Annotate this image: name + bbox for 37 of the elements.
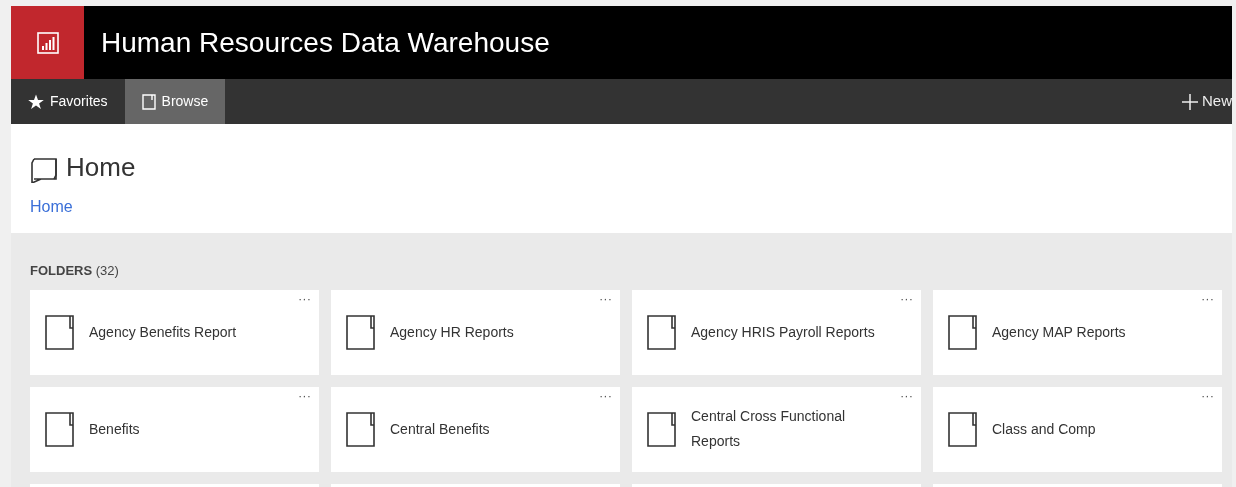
folder-card[interactable]: Agency HR Reports ··· [331,289,620,375]
folder-count: (32) [95,263,119,278]
section-heading: FOLDERS [30,263,93,278]
nav-tab[interactable]: Browse [124,79,226,124]
more-button[interactable]: ··· [900,289,913,308]
more-button[interactable]: ··· [599,386,612,405]
logo[interactable] [11,6,84,79]
folder-name: Agency HR Reports [390,322,514,342]
folder-card[interactable]: Agency Benefits Report ··· [30,289,319,375]
folder-name: Agency MAP Reports [992,322,1126,342]
folder-card[interactable]: Central Benefits ··· [331,386,620,472]
new-button[interactable]: New [1174,79,1232,124]
breadcrumb-link[interactable]: Home [30,195,1232,219]
page-title: Home [66,151,136,184]
folder-name: Benefits [89,419,140,439]
folder-name: Central Cross Functional Reports [691,407,847,451]
more-button[interactable]: ··· [298,289,311,308]
folder-card[interactable]: Agency HRIS Payroll Reports ··· [632,289,921,375]
app-title: Human Resources Data Warehouse [101,25,550,60]
star-icon [28,93,44,110]
more-button[interactable]: ··· [900,386,913,405]
folder-card[interactable]: Class and Comp ··· [933,386,1222,472]
folder-name: Central Benefits [390,419,490,439]
folder-card[interactable]: Benefits ··· [30,386,319,472]
folder-card[interactable]: Central Cross Functional Reports ··· [632,386,921,472]
document-icon [141,93,156,110]
folder-card[interactable]: Agency MAP Reports ··· [933,289,1222,375]
more-button[interactable]: ··· [1201,386,1214,405]
plus-icon [1182,93,1198,110]
more-button[interactable]: ··· [599,289,612,308]
folder-name: Agency Benefits Report [89,322,237,342]
nav-tab[interactable]: Favorites [11,79,125,124]
bar-chart-icon [36,31,59,54]
folder-name: Class and Comp [992,419,1096,439]
folder-name: Agency HRIS Payroll Reports [691,322,875,342]
more-button[interactable]: ··· [298,386,311,405]
more-button[interactable]: ··· [1201,289,1214,308]
